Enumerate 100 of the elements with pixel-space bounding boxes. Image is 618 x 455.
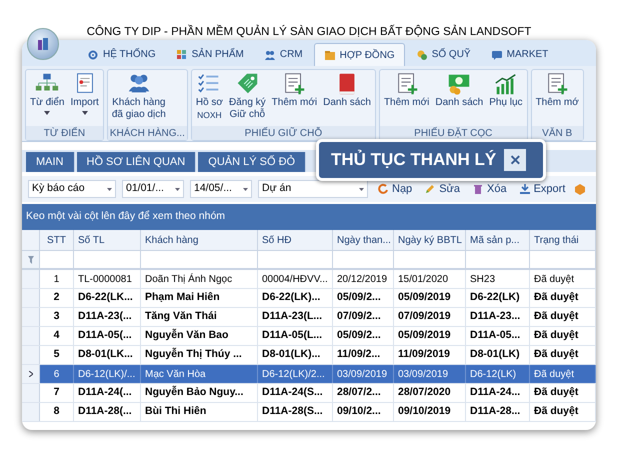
ribbon-button[interactable]: Phụ lục	[487, 71, 525, 109]
settings-icon	[87, 48, 99, 60]
people-icon	[264, 48, 276, 60]
table-cell: D6-22(LK...	[74, 289, 141, 307]
ribbon-button[interactable]: Hồ sơ NOXH	[194, 71, 225, 121]
column-header[interactable]: Số HĐ	[258, 230, 333, 250]
ribbon-button[interactable]: Thêm mới	[270, 71, 320, 109]
selected-row[interactable]: 6 D6-12(LK)/... Mạc Văn Hòa D6-12(LK)/2... 03/09/2019 03/09/2019 D6-12(LK) Đã duyệt	[22, 365, 596, 384]
download-icon	[518, 183, 531, 195]
caret-icon	[243, 188, 248, 190]
table-cell: Đã duyệt	[530, 403, 596, 421]
table-cell: D11A-28(...	[74, 403, 141, 421]
table-cell: 4	[40, 327, 74, 345]
trash-icon	[472, 183, 484, 195]
table-cell: 11/09/2019	[394, 346, 466, 364]
table-cell: 3	[40, 308, 74, 326]
table-cell: D8-01(LK)...	[258, 346, 333, 364]
column-header[interactable]: Trạng thái	[530, 230, 596, 250]
row-selector[interactable]	[22, 365, 40, 383]
table-cell: Nguyễn Văn Bao	[141, 327, 258, 345]
row-indicator-icon	[28, 371, 32, 377]
table-cell: 03/09/2019	[333, 365, 394, 383]
app-logo-icon	[27, 28, 59, 60]
table-cell: 05/09/2...	[333, 327, 394, 345]
table-cell: D11A-24(S...	[258, 384, 333, 402]
dropdown-field[interactable]: Kỳ báo cáo	[28, 180, 116, 198]
table-cell: Đã duyệt	[530, 308, 596, 326]
table-cell: 8	[40, 403, 74, 421]
ribbon-tab[interactable]: SỐ QUỸ	[406, 43, 480, 66]
chat-icon	[490, 48, 503, 60]
toolbar-button[interactable]: Nạp	[374, 180, 416, 198]
ribbon-tab[interactable]: CRM	[254, 43, 312, 66]
ribbon-tab[interactable]: HỆ THỐNG	[78, 43, 165, 66]
column-header[interactable]: STT	[40, 230, 74, 250]
document-tab[interactable]: HỒ SƠ LIÊN QUAN	[76, 152, 196, 172]
table-cell: D11A-23...	[466, 308, 530, 326]
column-header[interactable]: Ngày than...	[333, 230, 394, 250]
toolbar-button[interactable]: Xóa	[469, 180, 510, 198]
table-cell: D11A-05(L...	[258, 327, 333, 345]
ribbon-group-label: TỪ ĐIỂN	[26, 126, 103, 140]
dropdown-field[interactable]: 14/05/...	[190, 180, 252, 198]
hexagon-icon	[574, 183, 586, 195]
table-row[interactable]: 3 D11A-23(... Tăng Văn Thái D11A-23(L... 07/09/2... 07/09/2019 D11A-23... Đã duyệt	[22, 308, 596, 327]
table-cell: Mạc Văn Hòa	[141, 365, 258, 383]
column-header[interactable]: Mã sản p...	[466, 230, 530, 250]
ribbon-tab[interactable]: HỢP ĐỒNG	[314, 43, 405, 66]
close-button[interactable]: ✕	[504, 149, 526, 171]
dropdown-field[interactable]: 01/01/...	[122, 180, 184, 198]
table-row[interactable]: 5 D8-01(LK... Nguyễn Thị Thúy ... D8-01(LK)... 11/09/2... 11/09/2019 D8-01(LK) Đã duyệt	[22, 346, 596, 365]
table-cell: D11A-28(S...	[258, 403, 333, 421]
ribbon-button[interactable]: Danh sách	[321, 71, 373, 109]
dropdown-field[interactable]: Dự án	[258, 180, 368, 198]
table-row[interactable]: 7 D11A-24(... Nguyễn Bảo Nguy... D11A-24(S... 28/07/2... 28/07/2020 D11A-24... Đã duyệt	[22, 384, 596, 403]
table-cell: Doãn Thị Ánh Ngọc	[141, 270, 258, 288]
ribbon-button[interactable]: Thêm mớ	[534, 71, 581, 109]
table-cell: Bùi Thi Hiên	[141, 403, 258, 421]
ribbon-button[interactable]: Đăng ký Giữ chỗ	[226, 71, 268, 121]
table-cell: 11/09/2...	[333, 346, 394, 364]
filter-icon	[28, 256, 34, 264]
caret-icon	[107, 188, 112, 190]
table-cell: D11A-23(L...	[258, 308, 333, 326]
pencil-icon	[424, 183, 436, 195]
table-cell: 05/09/2...	[333, 289, 394, 307]
toolbar-button[interactable]: Export	[516, 180, 568, 198]
grid-icon	[176, 48, 188, 60]
table-cell: Phạm Mai Hiên	[141, 289, 258, 307]
ribbon-tab[interactable]: MARKET	[482, 43, 558, 66]
document-tab[interactable]: MAIN	[26, 152, 74, 172]
table-cell: 07/09/2...	[333, 308, 394, 326]
ribbon-button[interactable]: Import	[68, 71, 101, 115]
table-cell: Nguyễn Thị Thúy ...	[141, 346, 258, 364]
refresh-icon	[377, 183, 389, 195]
column-header[interactable]: Số TL	[74, 230, 141, 250]
table-cell: 09/10/2...	[333, 403, 394, 421]
ribbon-group-label: PHIẾU GIỮ CHỖ	[192, 126, 375, 140]
ribbon-button[interactable]: Thêm mới	[382, 71, 432, 109]
column-header[interactable]: Ngày ký BBTL	[394, 230, 466, 250]
table-cell: 05/09/2019	[394, 289, 466, 307]
table-row[interactable]: 8 D11A-28(... Bùi Thi Hiên D11A-28(S... 09/10/2... 09/10/2019 D11A-28... Đã duyệt	[22, 403, 596, 422]
coins-icon	[416, 48, 428, 60]
table-cell: 28/07/2...	[333, 384, 394, 402]
ribbon-tab[interactable]: SẢN PHẨM	[166, 43, 253, 66]
table-row[interactable]: 4 D11A-05(... Nguyễn Văn Bao D11A-05(L... 05/09/2... 05/09/2019 D11A-05... Đã duyệt	[22, 327, 596, 346]
table-cell: 5	[40, 346, 74, 364]
ribbon-button[interactable]: Danh sách	[433, 71, 486, 109]
table-cell: D6-22(LK)...	[258, 289, 333, 307]
table-cell: 1	[40, 270, 74, 288]
table-row[interactable]: 1 TL-0000081 Doãn Thị Ánh Ngọc 00004/HĐVV... 20/12/2019 15/01/2020 SH23 Đã duyệt	[22, 270, 596, 289]
table-cell: D11A-24...	[466, 384, 530, 402]
ribbon-button[interactable]: Khách hàng đã giao dịch	[110, 71, 168, 121]
document-tab[interactable]: QUẢN LÝ SỐ ĐỎ	[198, 152, 306, 172]
ribbon-button[interactable]: Từ điển	[28, 71, 66, 115]
table-row[interactable]: 2 D6-22(LK... Phạm Mai Hiên D6-22(LK)... 05/09/2... 05/09/2019 D6-22(LK) Đã duyệt	[22, 289, 596, 308]
table-cell: D11A-23(...	[74, 308, 141, 326]
table-cell: 05/09/2019	[394, 327, 466, 345]
ribbon-group-label: PHIẾU ĐẶT CỌC	[380, 126, 527, 140]
column-header[interactable]: Khách hàng	[141, 230, 258, 250]
table-cell: Đã duyệt	[530, 384, 596, 402]
table-cell: D6-12(LK)/...	[74, 365, 141, 383]
table-cell: D8-01(LK...	[74, 346, 141, 364]
